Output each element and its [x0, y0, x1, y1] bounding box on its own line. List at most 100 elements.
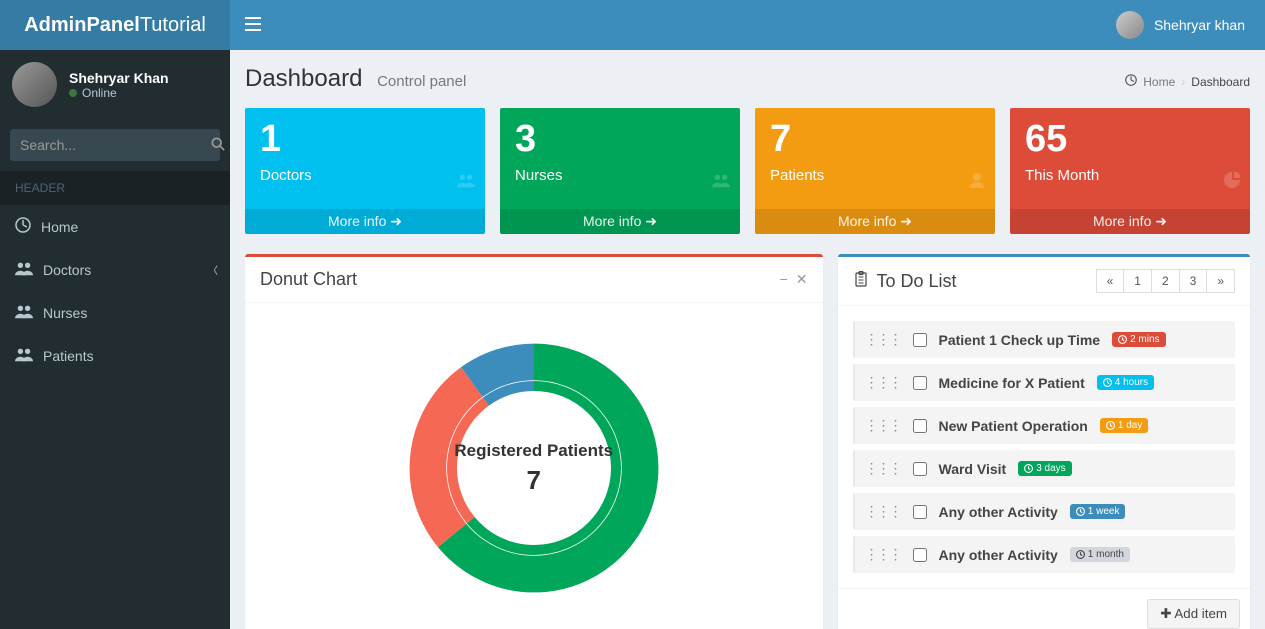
pagination: «123» — [1097, 269, 1235, 293]
donut-title: Donut Chart — [260, 269, 357, 290]
sidebar-item-label: Home — [41, 219, 78, 235]
clock-icon — [1103, 378, 1112, 387]
todo-item: ⋮⋮⋮ Medicine for X Patient 4 hours — [853, 364, 1236, 401]
drag-handle-icon[interactable]: ⋮⋮⋮ — [865, 374, 901, 391]
sidebar: Shehryar Khan Online HEADER Home Doctors〈… — [0, 50, 230, 629]
time-badge: 1 week — [1070, 504, 1126, 519]
stat-value: 7 — [770, 118, 980, 161]
donut-panel: Donut Chart − ✕ Registered Patients 7 — [245, 254, 823, 629]
donut-chart: Registered Patients 7 — [394, 328, 674, 608]
todo-item: ⋮⋮⋮Ward Visit 3 days — [853, 450, 1236, 487]
sidebar-item-doctors[interactable]: Doctors〈 — [0, 248, 230, 291]
sidebar-item-label: Patients — [43, 348, 94, 364]
todo-checkbox[interactable] — [913, 548, 927, 562]
todo-item: ⋮⋮⋮ New Patient Operation 1 day — [853, 407, 1236, 444]
todo-panel: To Do List «123» ⋮⋮⋮ Patient 1 Check up T… — [838, 254, 1251, 629]
stat-box-patients: 7 Patients More info ➜ — [755, 108, 995, 234]
stat-label: Nurses — [515, 167, 725, 184]
more-info-link[interactable]: More info ➜ — [1010, 209, 1250, 234]
stat-value: 3 — [515, 118, 725, 161]
todo-text: Ward Visit — [939, 461, 1007, 477]
sidebar-item-nurses[interactable]: Nurses — [0, 291, 230, 334]
todo-checkbox[interactable] — [913, 419, 927, 433]
page-2[interactable]: 2 — [1151, 269, 1180, 293]
todo-checkbox[interactable] — [913, 333, 927, 347]
arrow-circle-right-icon: ➜ — [390, 213, 402, 229]
users-icon — [15, 260, 33, 279]
users-icon — [15, 346, 33, 365]
brand-bold: AdminPanel — [24, 14, 140, 36]
donut-center-value: 7 — [527, 465, 541, 496]
todo-checkbox[interactable] — [913, 376, 927, 390]
todo-checkbox[interactable] — [913, 505, 927, 519]
stat-label: This Month — [1025, 167, 1235, 184]
user-icon — [969, 116, 985, 207]
sidebar-item-home[interactable]: Home — [0, 205, 230, 248]
clipboard-icon — [853, 271, 869, 292]
sidebar-user-panel: Shehryar Khan Online — [0, 50, 230, 119]
breadcrumb-current: Dashboard — [1191, 75, 1250, 89]
sidebar-search — [10, 129, 220, 161]
time-badge: 1 day — [1100, 418, 1148, 433]
dashboard-icon — [15, 217, 31, 236]
todo-item: ⋮⋮⋮Any other Activity 1 month — [853, 536, 1236, 573]
time-badge: 1 month — [1070, 547, 1130, 562]
stat-value: 1 — [260, 118, 470, 161]
stat-label: Patients — [770, 167, 980, 184]
search-button[interactable] — [211, 129, 225, 161]
sidebar-item-patients[interactable]: Patients — [0, 334, 230, 377]
content: Dashboard Control panel Home › Dashboard… — [230, 50, 1265, 629]
avatar — [12, 62, 57, 107]
breadcrumb-home[interactable]: Home — [1143, 75, 1175, 89]
pie-icon — [1224, 116, 1240, 207]
page-subtitle: Control panel — [377, 73, 466, 90]
close-icon[interactable]: ✕ — [796, 271, 808, 288]
more-info-link[interactable]: More info ➜ — [755, 209, 995, 234]
todo-text: New Patient Operation — [939, 418, 1088, 434]
stat-box-nurses: 3 Nurses More info ➜ — [500, 108, 740, 234]
drag-handle-icon[interactable]: ⋮⋮⋮ — [865, 417, 901, 434]
collapse-icon[interactable]: − — [780, 271, 788, 288]
add-item-button[interactable]: ✚ Add item — [1147, 599, 1240, 629]
more-info-link[interactable]: More info ➜ — [245, 209, 485, 234]
page-»[interactable]: » — [1206, 269, 1235, 293]
online-dot-icon — [69, 89, 77, 97]
time-badge: 4 hours — [1097, 375, 1154, 390]
drag-handle-icon[interactable]: ⋮⋮⋮ — [865, 546, 901, 563]
search-input[interactable] — [10, 129, 211, 161]
clock-icon — [1118, 335, 1127, 344]
page-title: Dashboard — [245, 65, 362, 92]
sidebar-username: Shehryar Khan — [69, 70, 169, 86]
donut-center-label: Registered Patients — [454, 441, 613, 461]
todo-item: ⋮⋮⋮Patient 1 Check up Time 2 mins — [853, 321, 1236, 358]
stat-box-this-month: 65This MonthMore info ➜ — [1010, 108, 1250, 234]
arrow-circle-right-icon: ➜ — [645, 213, 657, 229]
page-«[interactable]: « — [1096, 269, 1125, 293]
more-info-link[interactable]: More info ➜ — [500, 209, 740, 234]
todo-title: To Do List — [877, 271, 957, 292]
clock-icon — [1106, 421, 1115, 430]
drag-handle-icon[interactable]: ⋮⋮⋮ — [865, 503, 901, 520]
search-icon — [211, 137, 225, 151]
todo-text: Any other Activity — [939, 504, 1058, 520]
todo-text: Medicine for X Patient — [939, 375, 1085, 391]
arrow-circle-right-icon: ➜ — [900, 213, 912, 229]
clock-icon — [1076, 507, 1085, 516]
todo-text: Patient 1 Check up Time — [939, 332, 1101, 348]
sidebar-section-header: HEADER — [0, 171, 230, 205]
brand-logo[interactable]: AdminPanelTutorial — [0, 0, 230, 50]
header-username: Shehryar khan — [1154, 17, 1245, 33]
hamburger-icon[interactable] — [230, 15, 276, 36]
todo-item: ⋮⋮⋮ Any other Activity 1 week — [853, 493, 1236, 530]
page-3[interactable]: 3 — [1179, 269, 1208, 293]
plus-icon: ✚ — [1160, 606, 1171, 621]
page-1[interactable]: 1 — [1123, 269, 1152, 293]
users-icon — [457, 116, 475, 207]
stat-box-doctors: 1DoctorsMore info ➜ — [245, 108, 485, 234]
sidebar-status[interactable]: Online — [69, 86, 169, 100]
drag-handle-icon[interactable]: ⋮⋮⋮ — [865, 331, 901, 348]
drag-handle-icon[interactable]: ⋮⋮⋮ — [865, 460, 901, 477]
todo-checkbox[interactable] — [913, 462, 927, 476]
brand-light: Tutorial — [140, 14, 206, 36]
header-user[interactable]: Shehryar khan — [1116, 11, 1265, 39]
